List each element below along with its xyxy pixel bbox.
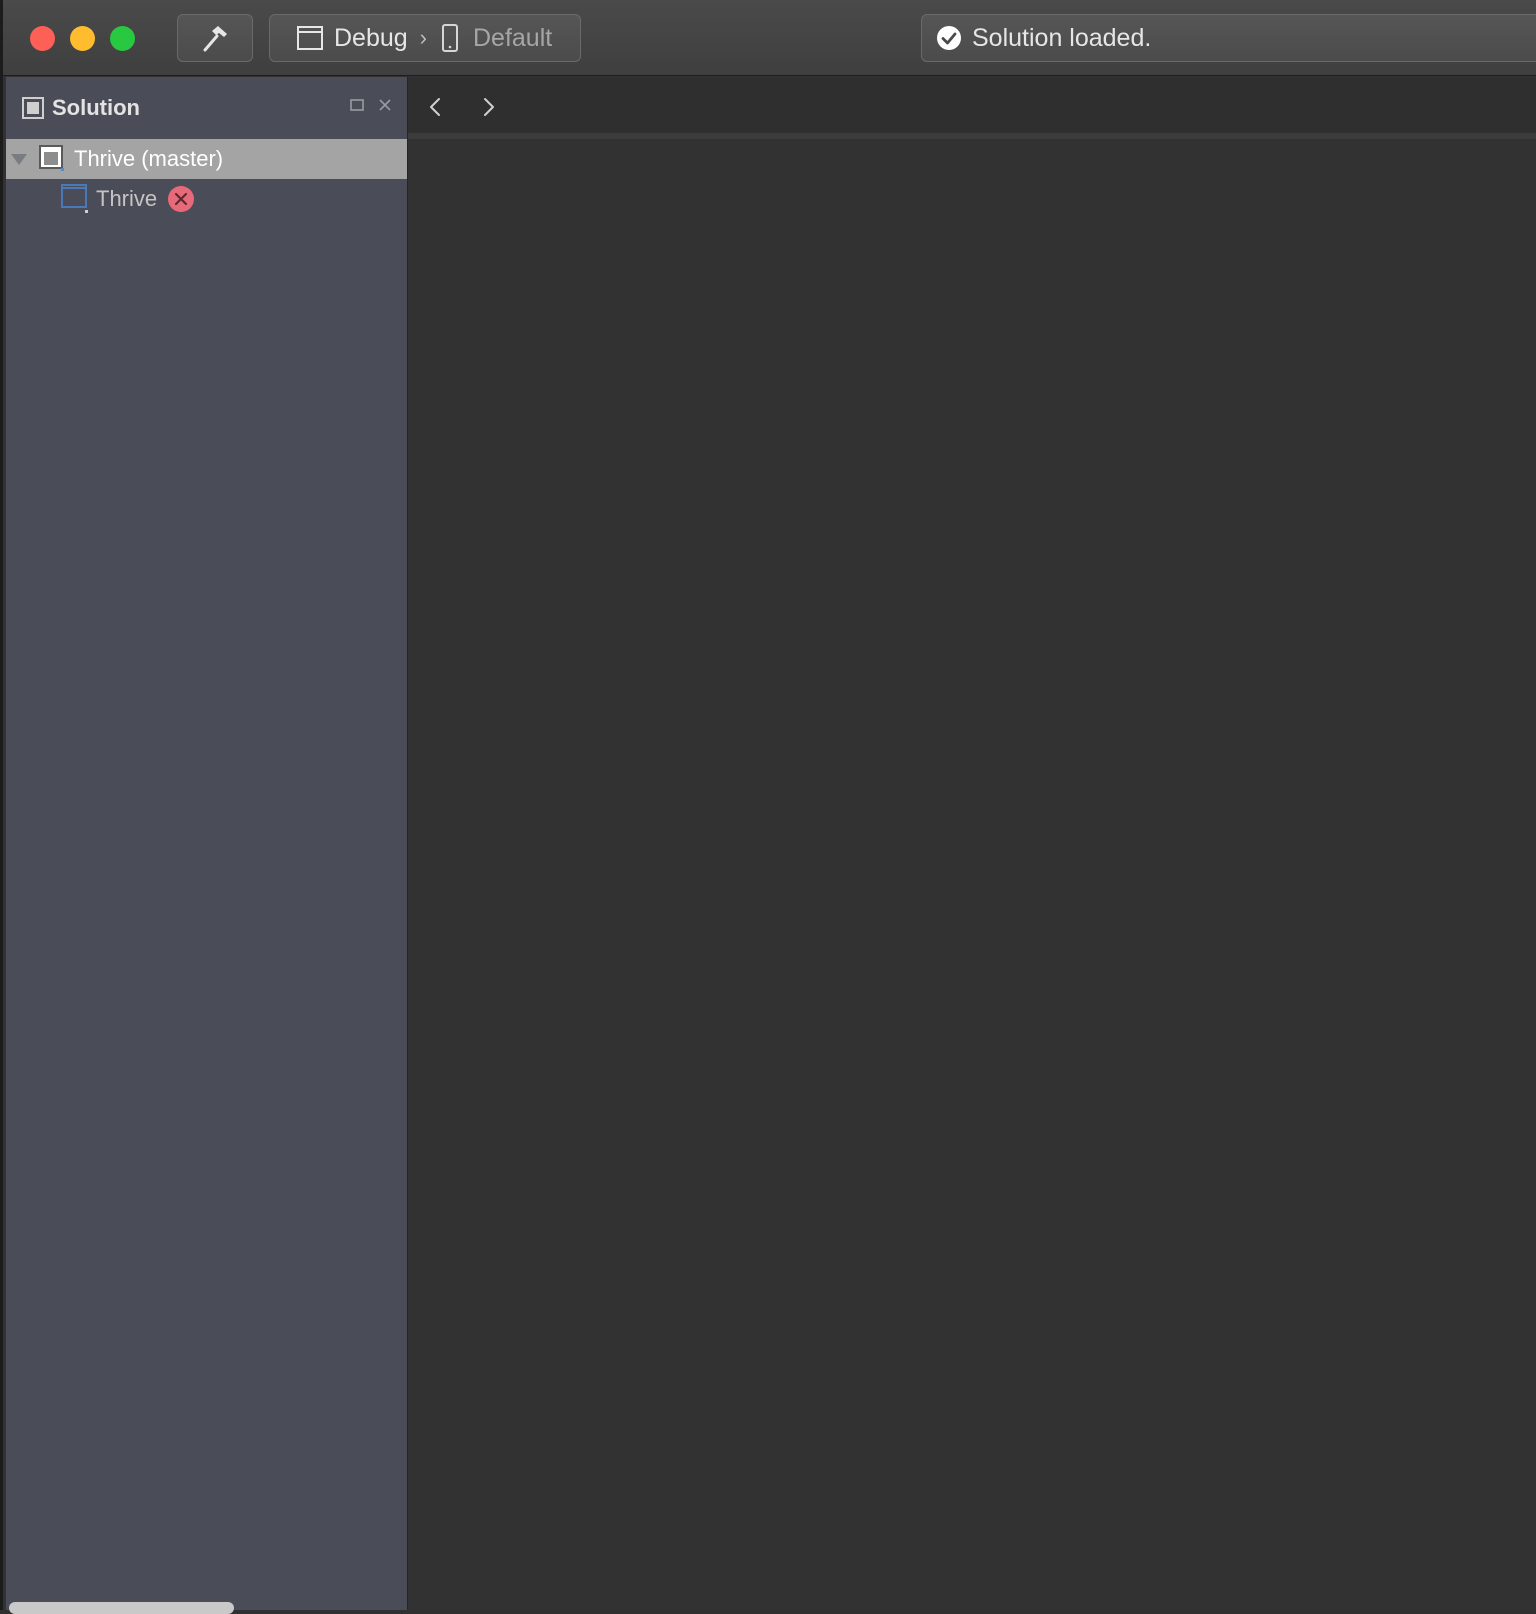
tree-item-project[interactable]: Thrive: [6, 179, 407, 219]
zoom-window-button[interactable]: [110, 26, 135, 51]
ide-window: Debug › Default Solution loaded. Solutio…: [0, 0, 1536, 1614]
maximize-pad-icon[interactable]: [349, 97, 365, 113]
solution-label: Thrive (master): [74, 146, 224, 171]
chevron-left-icon[interactable]: [424, 95, 448, 119]
window-icon: [297, 26, 323, 50]
toolbar: Debug › Default Solution loaded.: [3, 0, 1536, 76]
close-pad-icon[interactable]: [377, 97, 393, 113]
status-text: Solution loaded.: [972, 23, 1152, 52]
tree-item-solution[interactable]: Thrive (master): [6, 139, 407, 179]
pad-title: Solution: [52, 95, 140, 120]
check-circle-icon: [937, 26, 961, 50]
navigation-bar: [408, 77, 1536, 133]
project-icon: [61, 184, 88, 213]
close-window-button[interactable]: [30, 26, 55, 51]
expand-triangle-icon[interactable]: [10, 152, 28, 166]
hammer-icon: [203, 26, 227, 52]
pad-actions: [349, 97, 393, 113]
solution-pad: Solution Thrive (master) Thrive: [6, 77, 407, 1614]
error-icon: [168, 186, 195, 212]
chevron-right-icon: ›: [419, 25, 427, 50]
divider: [408, 133, 1536, 139]
solution-icon: [39, 145, 64, 171]
device-label: Default: [473, 23, 553, 52]
status-bar: Solution loaded.: [921, 14, 1536, 62]
configuration-selector[interactable]: Debug › Default: [269, 14, 581, 62]
build-button[interactable]: [177, 14, 253, 62]
chevron-right-icon[interactable]: [476, 95, 500, 119]
solution-pad-icon: [22, 97, 44, 119]
pad-header: Solution: [6, 77, 407, 139]
phone-icon: [442, 24, 458, 52]
editor-area: [407, 77, 1536, 1610]
horizontal-scrollbar[interactable]: [9, 1602, 234, 1614]
project-label: Thrive: [96, 186, 158, 211]
configuration-label: Debug: [334, 23, 408, 52]
minimize-window-button[interactable]: [70, 26, 95, 51]
